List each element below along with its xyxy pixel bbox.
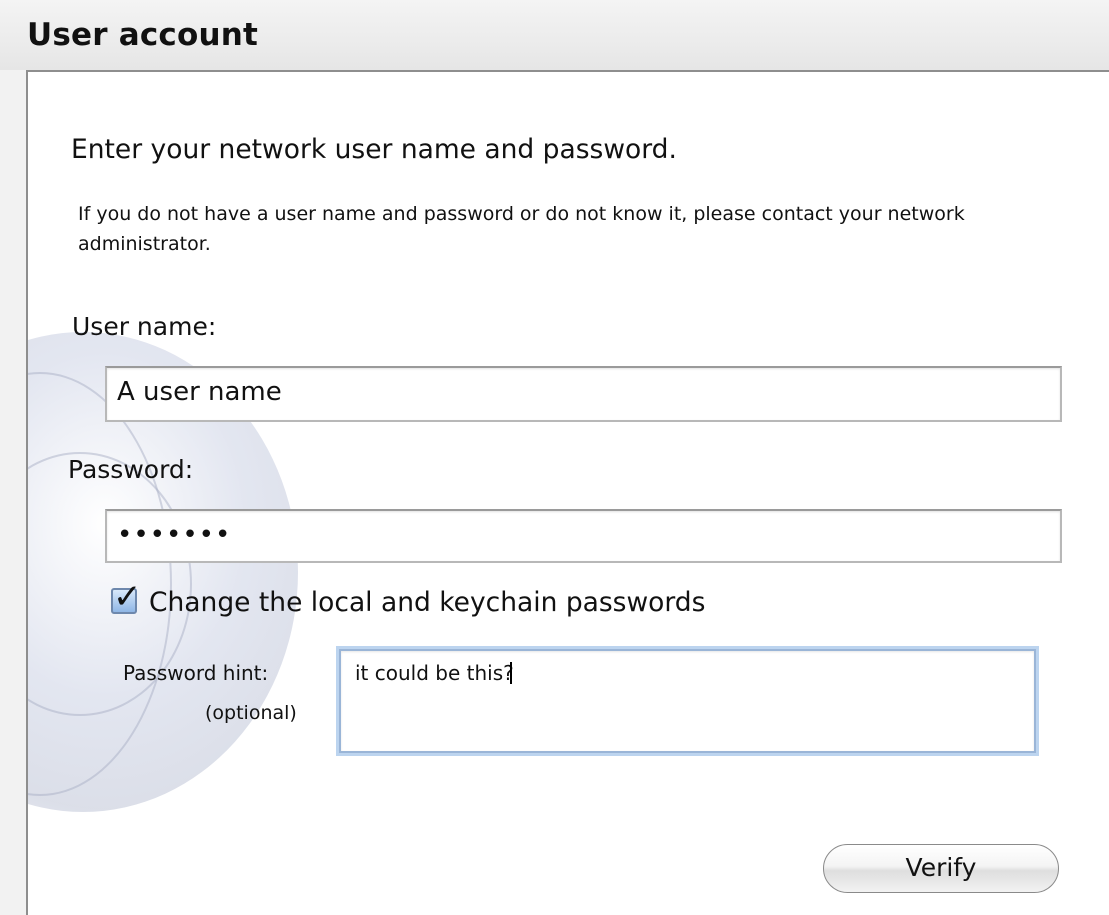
section-header: User account: [0, 0, 1109, 70]
username-value: A user name: [117, 377, 282, 407]
globe-arc-decoration: [28, 372, 172, 796]
checkmark-icon: ✓: [113, 577, 142, 617]
optional-label: (optional): [205, 702, 297, 724]
password-value: •••••••: [117, 520, 232, 550]
password-label: Password:: [68, 455, 194, 484]
username-label: User name:: [72, 312, 217, 341]
password-hint-field[interactable]: it could be this?: [339, 649, 1036, 753]
text-caret: [509, 662, 512, 684]
verify-button[interactable]: Verify: [823, 844, 1059, 893]
user-account-panel: Enter your network user name and passwor…: [26, 70, 1109, 915]
change-passwords-checkbox[interactable]: ✓: [111, 577, 142, 617]
password-hint-value: it could be this?: [355, 661, 514, 685]
instruction-heading: Enter your network user name and passwor…: [71, 134, 677, 165]
password-field[interactable]: •••••••: [105, 509, 1062, 563]
username-field[interactable]: A user name: [105, 366, 1062, 422]
change-passwords-label[interactable]: Change the local and keychain passwords: [149, 587, 705, 618]
password-hint-label: Password hint:: [123, 661, 269, 685]
instruction-info: If you do not have a user name and passw…: [78, 203, 965, 255]
section-title: User account: [27, 17, 259, 53]
